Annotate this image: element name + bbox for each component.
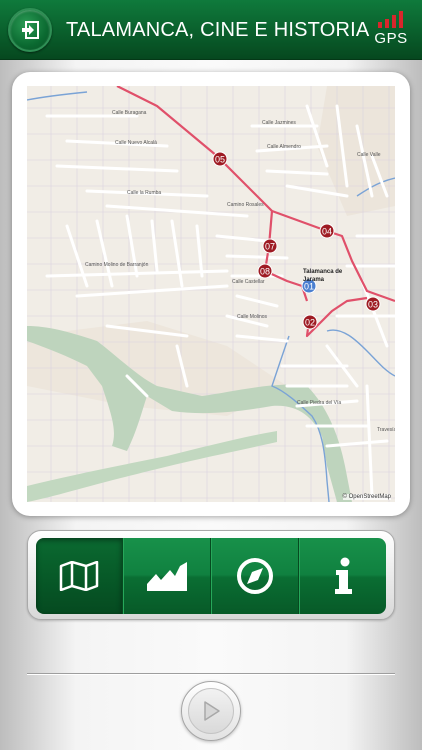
svg-text:Calle Molinos: Calle Molinos (237, 314, 268, 320)
divider (27, 673, 395, 674)
svg-text:Travesía: Travesía (377, 427, 395, 433)
app-title: TALAMANCA, CINE E HISTORIA (66, 19, 370, 41)
play-icon (204, 701, 220, 721)
svg-text:Jarama: Jarama (303, 277, 325, 283)
compass-button[interactable] (211, 538, 299, 614)
exit-button[interactable] (8, 8, 52, 52)
svg-text:Calle la Rumba: Calle la Rumba (127, 190, 161, 196)
info-icon (335, 557, 352, 594)
svg-text:04: 04 (322, 227, 332, 237)
svg-text:Talamanca de: Talamanca de (303, 269, 343, 275)
app-header: TALAMANCA, CINE E HISTORIA GPS (0, 0, 422, 60)
gps-indicator: GPS (374, 10, 408, 48)
play-button-inner (188, 688, 234, 734)
svg-text:Calle Buragana: Calle Buragana (112, 110, 147, 116)
svg-text:Calle Valle: Calle Valle (357, 152, 381, 158)
svg-text:Camino Molino de Barranjón: Camino Molino de Barranjón (85, 262, 149, 268)
svg-text:02: 02 (305, 318, 315, 328)
elevation-profile-icon (147, 562, 187, 591)
exit-door-icon (22, 21, 39, 39)
svg-text:07: 07 (265, 242, 275, 252)
elevation-profile-button[interactable] (123, 538, 211, 614)
signal-bars-icon (378, 11, 403, 28)
svg-text:Calle Jazmines: Calle Jazmines (262, 120, 296, 126)
info-button[interactable] (299, 538, 386, 614)
svg-text:Calle Piedra del Vía: Calle Piedra del Vía (297, 400, 341, 406)
svg-text:05: 05 (215, 155, 225, 165)
gps-label: GPS (374, 30, 408, 47)
svg-text:01: 01 (304, 282, 314, 292)
svg-text:03: 03 (368, 300, 378, 310)
map-button[interactable] (36, 538, 123, 614)
svg-text:Calle Nuevo Alcalá: Calle Nuevo Alcalá (115, 140, 157, 146)
svg-text:08: 08 (260, 267, 270, 277)
toolbar-frame (27, 530, 395, 620)
svg-text:Calle Almendro: Calle Almendro (267, 144, 301, 150)
map-card: 05 04 07 08 01 02 03 Talamanca de Jarama… (12, 72, 410, 516)
play-button[interactable] (181, 681, 241, 741)
route-map[interactable]: 05 04 07 08 01 02 03 Talamanca de Jarama… (27, 86, 395, 502)
svg-text:Calle Castellar: Calle Castellar (232, 279, 265, 285)
compass-icon (237, 558, 273, 594)
main-toolbar (36, 538, 386, 614)
map-attribution: © OpenStreetMap (342, 494, 391, 500)
map-icon (59, 561, 99, 591)
svg-text:Camino Rosales: Camino Rosales (227, 202, 264, 208)
